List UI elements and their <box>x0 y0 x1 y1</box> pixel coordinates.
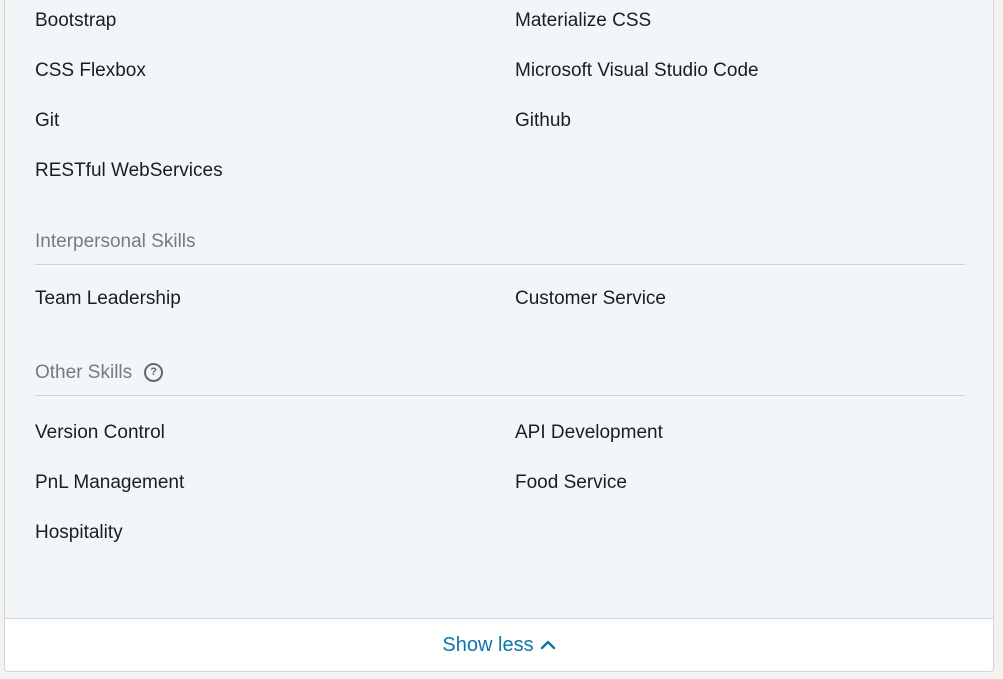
skill-item[interactable]: RESTful WebServices <box>35 150 515 200</box>
skill-item[interactable]: Version Control <box>35 412 515 462</box>
other-skills-section: Other Skills ? Version Control API Devel… <box>35 350 965 562</box>
skill-item[interactable]: CSS Flexbox <box>35 50 515 100</box>
section-title: Other Skills <box>35 361 133 383</box>
skill-item[interactable]: Materialize CSS <box>515 0 965 50</box>
show-less-button[interactable]: Show less <box>442 634 555 657</box>
other-skills-heading: Other Skills ? <box>35 350 965 396</box>
skill-item[interactable]: Git <box>35 100 515 150</box>
skill-item[interactable]: Bootstrap <box>35 0 515 50</box>
skill-item[interactable]: PnL Management <box>35 462 515 512</box>
skills-card: Bootstrap Materialize CSS CSS Flexbox Mi… <box>4 0 994 672</box>
skill-item[interactable]: Team Leadership <box>35 278 515 328</box>
skill-item-empty <box>515 150 965 200</box>
skill-item[interactable]: Hospitality <box>35 512 515 562</box>
tools-section: Bootstrap Materialize CSS CSS Flexbox Mi… <box>35 0 965 200</box>
skill-item-empty <box>515 512 965 562</box>
skill-item[interactable]: Customer Service <box>515 278 965 328</box>
section-title: Interpersonal Skills <box>35 230 196 252</box>
question-circle-icon[interactable]: ? <box>144 363 164 382</box>
show-less-label: Show less <box>442 633 534 656</box>
card-footer: Show less <box>5 618 993 671</box>
interpersonal-section: Interpersonal Skills Team Leadership Cus… <box>35 219 965 328</box>
interpersonal-skills-heading: Interpersonal Skills <box>35 219 965 265</box>
skill-item[interactable]: Microsoft Visual Studio Code <box>515 50 965 100</box>
skill-item[interactable]: API Development <box>515 412 965 462</box>
chevron-up-icon <box>540 640 555 650</box>
skill-item[interactable]: Food Service <box>515 462 965 512</box>
skill-item[interactable]: Github <box>515 100 965 150</box>
